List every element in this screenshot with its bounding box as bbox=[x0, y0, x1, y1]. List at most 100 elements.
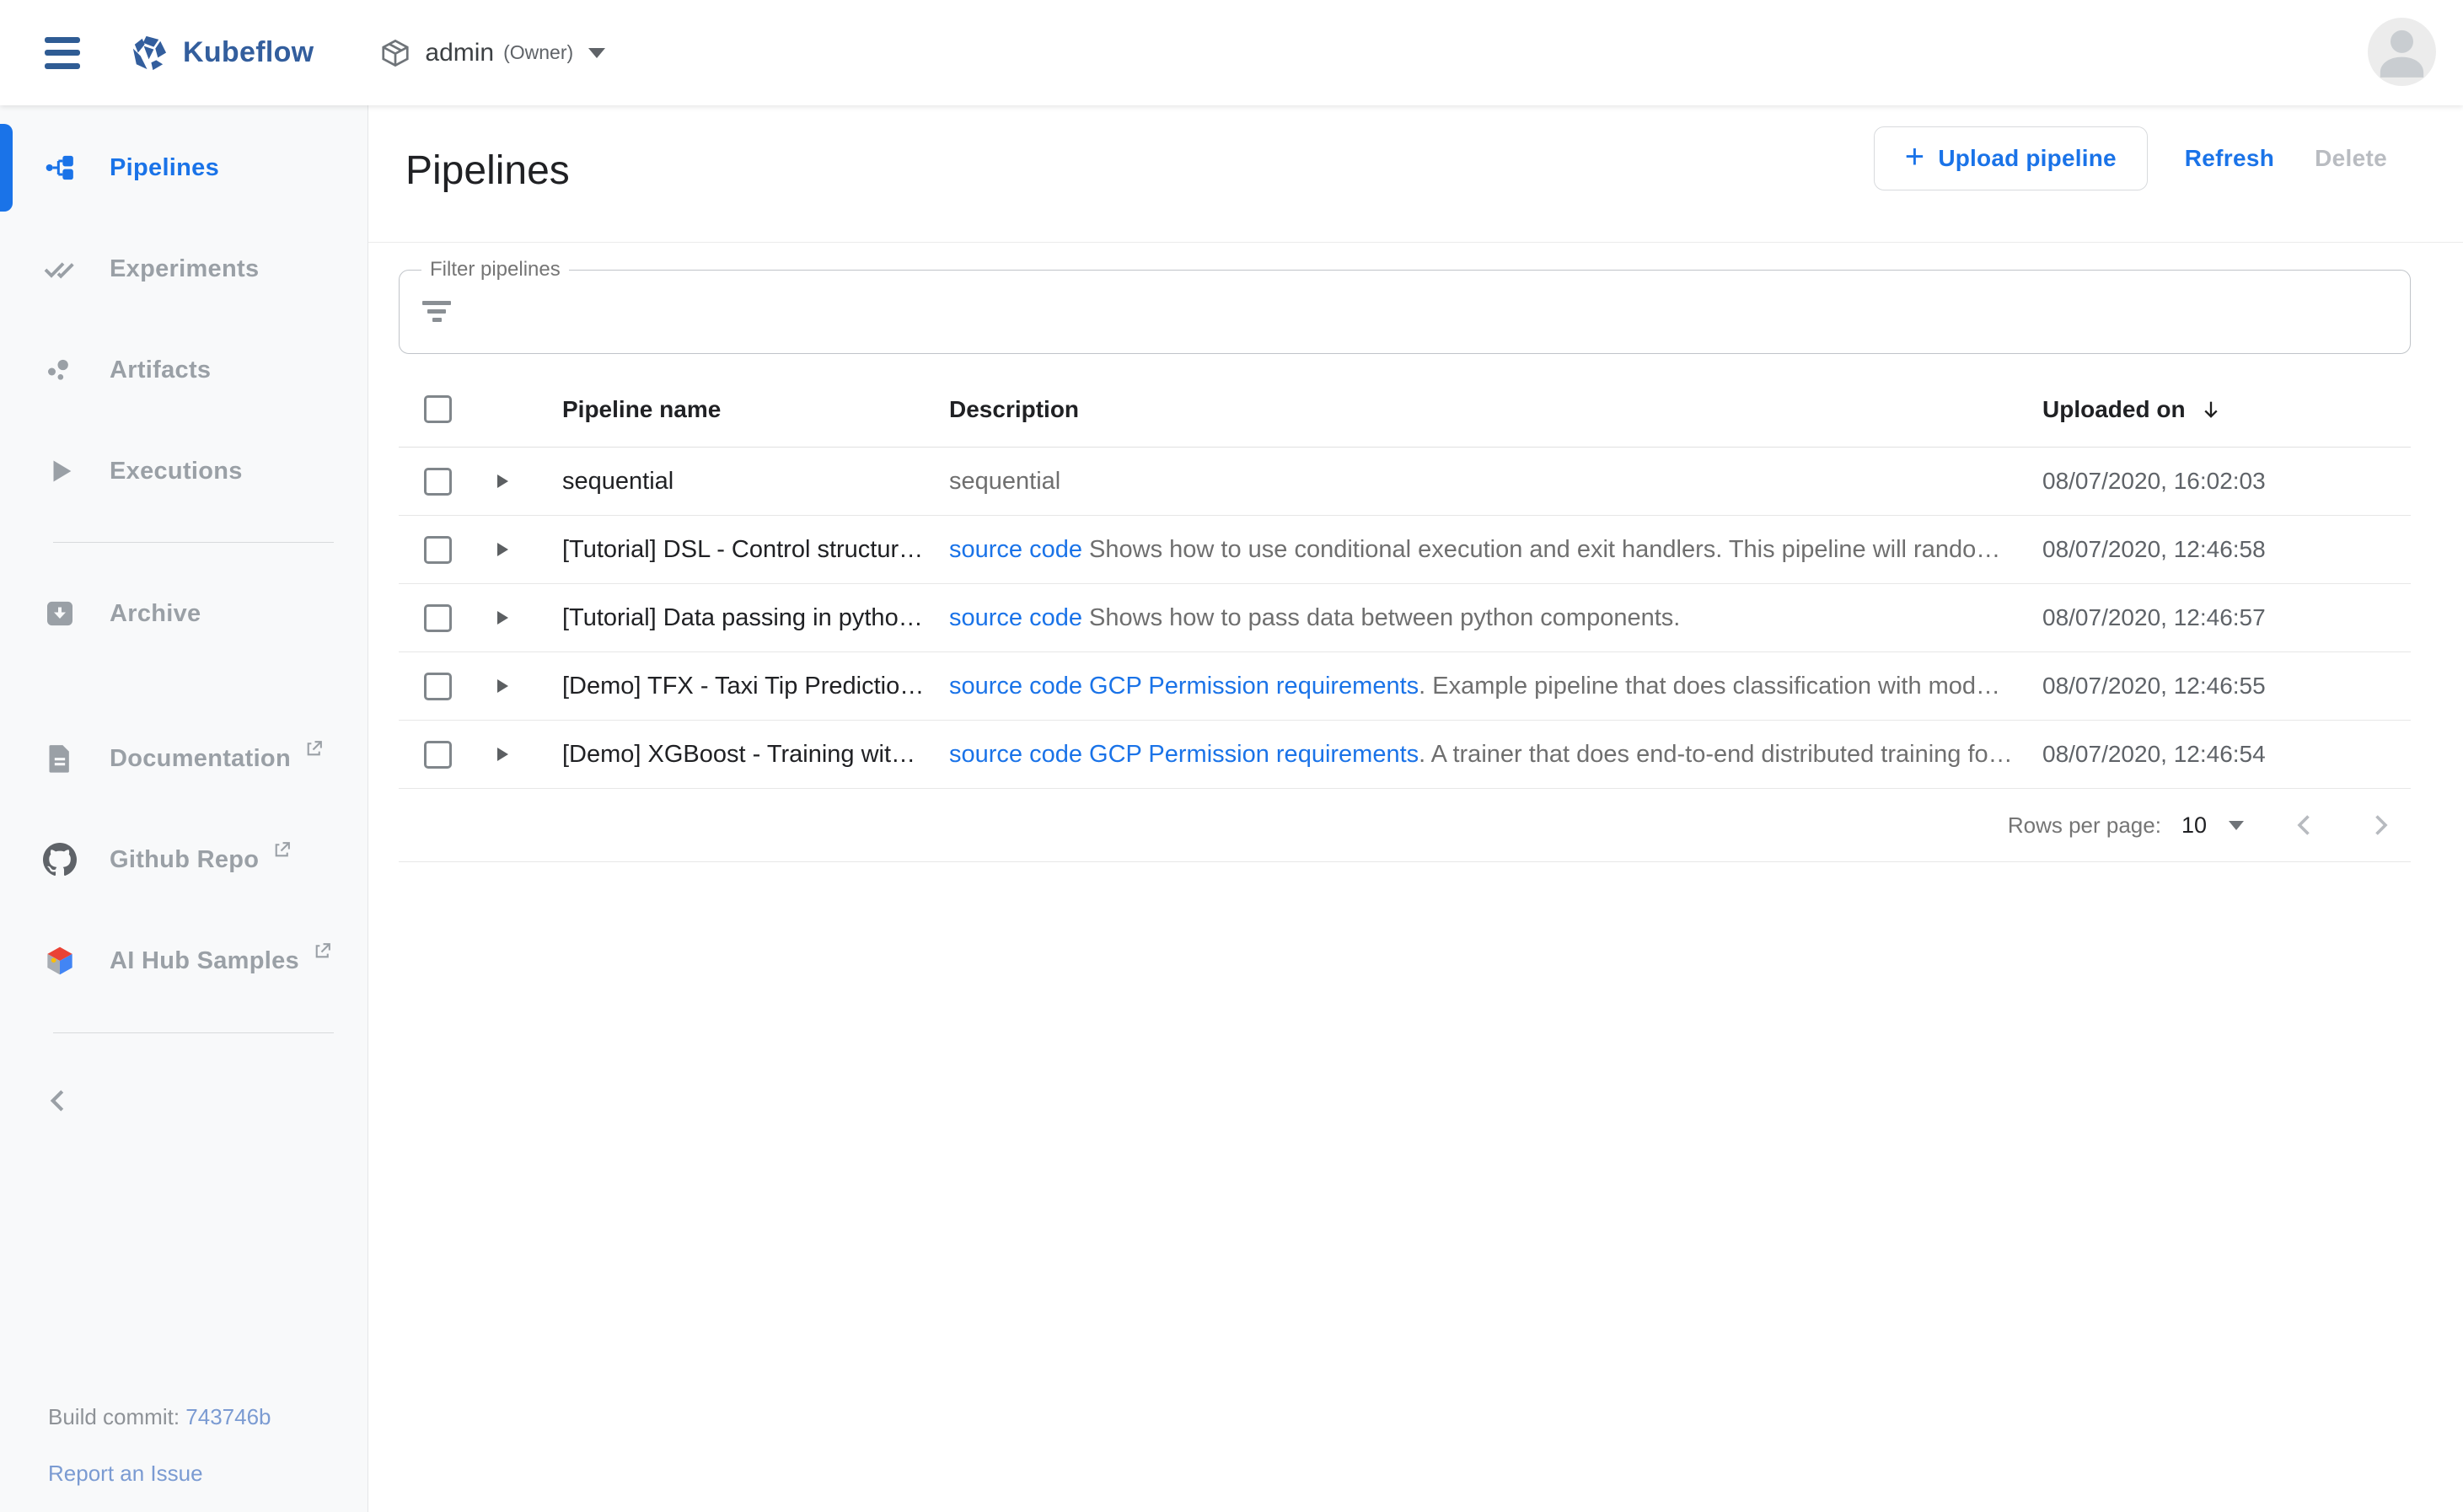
description-text: sequential bbox=[949, 468, 1060, 495]
pipeline-name-cell[interactable]: sequential bbox=[538, 468, 925, 496]
namespace-selector[interactable]: admin (Owner) bbox=[379, 37, 605, 69]
pipeline-name-cell[interactable]: [Demo] XGBoost - Training wit… bbox=[538, 741, 925, 769]
row-expand-icon[interactable] bbox=[497, 611, 508, 625]
build-commit-label: Build commit: bbox=[48, 1404, 180, 1429]
description-link[interactable]: source code GCP Permission requirements bbox=[949, 741, 1419, 768]
filter-label: Filter pipelines bbox=[421, 258, 569, 281]
description-cell: sequential bbox=[925, 468, 2015, 496]
description-text: Shows how to pass data between python co… bbox=[1082, 604, 1680, 631]
description-cell: source code Shows how to use conditional… bbox=[925, 536, 2015, 564]
person-icon bbox=[2368, 18, 2436, 86]
sidebar-item-label: Pipelines bbox=[110, 154, 219, 182]
executions-icon bbox=[42, 453, 78, 489]
sidebar-item-label: Documentation bbox=[110, 745, 291, 773]
select-all-checkbox[interactable] bbox=[424, 395, 452, 423]
namespace-caret-icon bbox=[588, 48, 605, 58]
sidebar-collapse-button[interactable] bbox=[0, 1067, 368, 1134]
pipeline-name-cell[interactable]: [Tutorial] Data passing in pytho… bbox=[538, 604, 925, 632]
table-row: [Demo] TFX - Taxi Tip Predictio… source … bbox=[399, 652, 2411, 721]
sidebar-item-artifacts[interactable]: Artifacts bbox=[0, 319, 368, 421]
row-expand-icon[interactable] bbox=[497, 748, 508, 761]
plus-icon: + bbox=[1905, 140, 1925, 174]
uploaded-on-cell: 08/07/2020, 12:46:58 bbox=[2015, 536, 2411, 563]
app-header: Kubeflow admin (Owner) bbox=[0, 0, 2463, 105]
rows-per-page-caret-icon[interactable] bbox=[2229, 821, 2244, 830]
namespace-role: (Owner) bbox=[503, 41, 573, 64]
description-cell: source code GCP Permission requirements.… bbox=[925, 741, 2015, 769]
description-text: Shows how to use conditional execution a… bbox=[1082, 536, 2000, 563]
sidebar-item-label: Experiments bbox=[110, 255, 259, 283]
toolbar: + Upload pipeline Refresh Delete bbox=[1874, 126, 2402, 191]
sort-descending-icon bbox=[2199, 398, 2223, 421]
refresh-button[interactable]: Refresh bbox=[2170, 130, 2289, 187]
description-link[interactable]: source code bbox=[949, 536, 1082, 563]
table-row: sequential sequential 08/07/2020, 16:02:… bbox=[399, 448, 2411, 516]
external-link-icon bbox=[271, 839, 292, 865]
sidebar-item-label: Artifacts bbox=[110, 357, 211, 384]
column-header-description: Description bbox=[925, 396, 2015, 423]
previous-page-button[interactable] bbox=[2289, 810, 2320, 840]
row-expand-icon[interactable] bbox=[497, 679, 508, 693]
uploaded-on-cell: 08/07/2020, 12:46:57 bbox=[2015, 604, 2411, 631]
filter-icon bbox=[421, 301, 452, 326]
pagination-bar: Rows per page: 10 bbox=[399, 789, 2411, 862]
table-row: [Tutorial] Data passing in pytho… source… bbox=[399, 584, 2411, 652]
row-checkbox[interactable] bbox=[424, 604, 452, 632]
experiments-icon bbox=[42, 251, 78, 287]
chevron-left-icon bbox=[42, 1085, 74, 1117]
sidebar-item-pipelines[interactable]: Pipelines bbox=[0, 117, 368, 218]
row-checkbox[interactable] bbox=[424, 741, 452, 769]
sidebar-item-archive[interactable]: Archive bbox=[0, 563, 368, 664]
row-checkbox[interactable] bbox=[424, 468, 452, 496]
table-body: sequential sequential 08/07/2020, 16:02:… bbox=[399, 448, 2411, 789]
sidebar-item-experiments[interactable]: Experiments bbox=[0, 218, 368, 319]
sidebar-item-label: Executions bbox=[110, 458, 243, 485]
pipelines-icon bbox=[42, 150, 78, 185]
header-divider bbox=[368, 242, 2463, 243]
sidebar-item-documentation[interactable]: Documentation bbox=[0, 708, 368, 809]
pipeline-name-cell[interactable]: [Tutorial] DSL - Control structur… bbox=[538, 536, 925, 564]
row-checkbox[interactable] bbox=[424, 536, 452, 564]
document-icon bbox=[42, 741, 78, 776]
column-header-pipeline-name[interactable]: Pipeline name bbox=[538, 396, 925, 423]
sidebar: Pipelines Experiments Artifacts Executio… bbox=[0, 105, 368, 1512]
next-page-button[interactable] bbox=[2365, 810, 2396, 840]
column-header-uploaded-on[interactable]: Uploaded on bbox=[2015, 396, 2411, 423]
sidebar-item-ai-hub-samples[interactable]: AI Hub Samples bbox=[0, 910, 368, 1011]
upload-pipeline-button[interactable]: + Upload pipeline bbox=[1874, 126, 2148, 190]
rows-per-page-value[interactable]: 10 bbox=[2181, 812, 2207, 839]
row-expand-icon[interactable] bbox=[497, 543, 508, 556]
archive-icon bbox=[42, 596, 78, 631]
table-header-row: Pipeline name Description Uploaded on bbox=[399, 372, 2411, 448]
uploaded-on-cell: 08/07/2020, 12:46:54 bbox=[2015, 741, 2411, 768]
filter-input[interactable] bbox=[467, 287, 2389, 338]
description-cell: source code GCP Permission requirements.… bbox=[925, 673, 2015, 700]
sidebar-divider bbox=[53, 1032, 334, 1033]
row-checkbox[interactable] bbox=[424, 673, 452, 700]
upload-pipeline-label: Upload pipeline bbox=[1938, 145, 2116, 172]
kubeflow-logo-icon bbox=[129, 33, 169, 72]
sidebar-item-github-repo[interactable]: Github Repo bbox=[0, 809, 368, 910]
row-expand-icon[interactable] bbox=[497, 475, 508, 488]
avatar[interactable] bbox=[2368, 18, 2436, 86]
namespace-name: admin bbox=[425, 39, 494, 67]
description-link[interactable]: source code GCP Permission requirements bbox=[949, 673, 1419, 700]
uploaded-on-cell: 08/07/2020, 16:02:03 bbox=[2015, 468, 2411, 495]
uploaded-on-cell: 08/07/2020, 12:46:55 bbox=[2015, 673, 2411, 700]
delete-button[interactable]: Delete bbox=[2299, 130, 2402, 187]
menu-icon[interactable] bbox=[45, 37, 80, 69]
sidebar-footer: Build commit: 743746b Report an Issue bbox=[48, 1404, 271, 1487]
brand-title: Kubeflow bbox=[183, 36, 314, 69]
namespace-cube-icon bbox=[379, 37, 411, 69]
table-row: [Tutorial] DSL - Control structur… sourc… bbox=[399, 516, 2411, 584]
pipelines-table: Pipeline name Description Uploaded on se… bbox=[399, 372, 2411, 862]
external-link-icon bbox=[303, 738, 325, 764]
report-issue-link[interactable]: Report an Issue bbox=[48, 1461, 203, 1486]
pipeline-name-cell[interactable]: [Demo] TFX - Taxi Tip Predictio… bbox=[538, 673, 925, 700]
sidebar-item-executions[interactable]: Executions bbox=[0, 421, 368, 522]
ai-hub-cube-icon bbox=[42, 943, 78, 979]
description-text: . Example pipeline that does classificat… bbox=[1419, 673, 2000, 700]
description-link[interactable]: source code bbox=[949, 604, 1082, 631]
rows-per-page-label: Rows per page: bbox=[2008, 812, 2161, 839]
build-commit-link[interactable]: 743746b bbox=[185, 1404, 271, 1429]
